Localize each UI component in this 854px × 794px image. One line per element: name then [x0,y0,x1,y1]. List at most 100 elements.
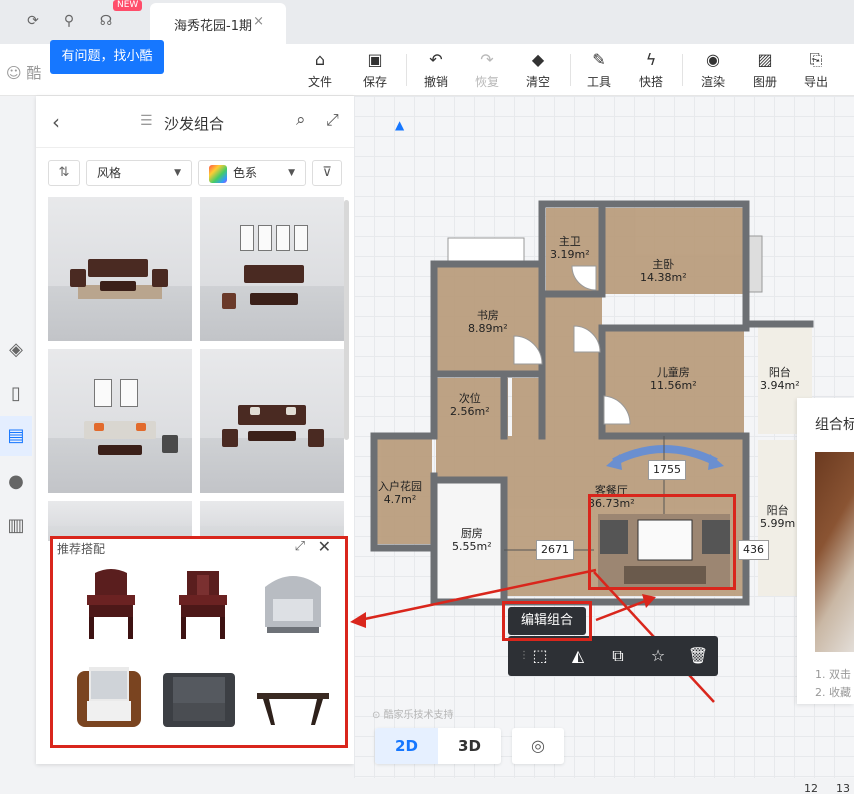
room-label: 次位 2.56m² [450,392,490,418]
new-badge: NEW [113,0,143,11]
refresh-icon[interactable]: ⟳ [22,10,44,32]
panel-scrollbar[interactable] [344,200,349,440]
toolbar-divider [570,54,571,86]
file-button[interactable]: ⌂ 文件 [300,50,340,90]
product-thumb[interactable] [48,349,192,493]
view-2d-button[interactable]: 2D [375,728,438,764]
room-label: 厨房 5.55m² [452,527,492,553]
headset-icon[interactable]: ☊ [95,10,117,32]
view-toggle: 2D 3D [375,728,501,764]
toolbar-divider [682,54,683,86]
panel-header: ‹ ☰ 沙发组合 ⌕ ⤢ [36,96,354,148]
album-icon: ▨ [757,50,773,69]
recommend-title: 推荐搭配 [57,542,106,556]
mirror-icon[interactable]: ◭ [566,644,590,668]
room-label: 主卧 14.38m² [640,258,687,284]
clear-button[interactable]: ◆ 清空 [518,50,558,90]
recommend-popup: 推荐搭配 ⤢ ✕ [50,536,348,748]
product-thumb[interactable] [48,501,192,541]
product-thumb[interactable] [200,501,344,541]
watermark: ⊙ 酷家乐技术支持 [372,710,454,721]
close-icon[interactable]: ✕ [318,537,331,556]
eye-icon[interactable]: ◎ [512,728,564,764]
color-dropdown[interactable]: 色系 ▼ [198,160,306,186]
tab-title: 海秀花园-1期 [174,19,252,34]
ruler-number: 13 [836,782,850,794]
room-label: 阳台 3.94m² [760,366,800,392]
trash-icon[interactable]: 🗑 [686,644,710,668]
undo-icon: ↶ [429,50,443,69]
filter-bar: ⇅ 风格 ▼ 色系 ▼ ⊽ [36,148,354,194]
group-info-panel: 组合标 1. 双击 2. 收藏 [797,398,854,704]
room-label: 儿童房 11.56m² [650,366,697,392]
recommend-item-armchair-carved[interactable] [69,565,153,641]
tab-project[interactable]: 海秀花园-1期 × [150,3,286,44]
color-swatch-icon [209,164,227,183]
product-thumb[interactable] [200,197,344,341]
room-label: 主卫 3.19m² [550,235,590,261]
group-preview-image [815,452,854,652]
edit-group-button[interactable]: 编辑组合 [508,607,586,635]
help-tooltip[interactable]: 有问题，找小酷 [50,40,164,74]
recommend-item-armchair-wood[interactable] [67,653,151,729]
save-icon: ▣ [367,50,383,69]
sort-icon[interactable]: ⇅ [48,160,80,186]
list-icon: ☰ [140,113,153,129]
context-toolbar: ⋮ ⬚ ◭ ⧉ ☆ 🗑 [508,636,718,676]
selection-highlight [588,494,736,590]
rail-hard-decor-icon[interactable]: ◈ [0,330,32,370]
dimension-label[interactable]: 2671 [536,540,574,560]
room-label: 书房 8.89m² [468,309,508,335]
filter-icon[interactable]: ⊽ [312,160,342,186]
caret-down-icon: ▼ [174,168,181,178]
product-thumb[interactable] [200,349,344,493]
search-icon[interactable]: ⌕ [296,110,306,130]
rail-door-icon[interactable]: ▯ [0,374,32,414]
recommend-item-armchair-classic[interactable] [161,565,245,641]
undo-button[interactable]: ↶ 撤销 [416,50,456,90]
select-icon[interactable]: ⬚ [528,644,552,668]
style-dropdown[interactable]: 风格 ▼ [86,160,192,186]
wrench-icon: ✎ [592,50,606,69]
copy-icon[interactable]: ⧉ [606,644,630,668]
render-button[interactable]: ◉ 渲染 [693,50,733,90]
tools-button[interactable]: ✎ 工具 [579,50,619,90]
expand-icon[interactable]: ⤢ [295,539,305,554]
tab-bar: ⟳ ⚲ ☊ NEW 海秀花园-1期 × [0,0,854,44]
group-info-title: 组合标 [815,417,854,433]
export-button[interactable]: ⎘ 导出 [796,50,836,90]
rail-cabinet-icon[interactable]: ▥ [0,506,32,546]
redo-button[interactable]: ↷ 恢复 [467,50,507,90]
dimension-label[interactable]: 436 [738,540,769,560]
bottom-ruler [0,778,854,794]
back-icon[interactable]: ‹ [52,110,60,134]
close-icon[interactable]: × [253,14,264,29]
group-note: 1. 双击 [815,668,851,681]
room-label: 阳台 5.99m [760,504,796,530]
rail-user-icon[interactable]: ● [0,462,32,502]
floorplan[interactable] [354,96,854,794]
recommend-item-coffee-table[interactable] [251,657,335,733]
logo: ☺ 酷 [6,64,42,82]
lightning-icon: ϟ [645,50,657,69]
toolbar-divider [406,54,407,86]
left-rail: ◈ ▯ ▤ ● ▥ [0,96,36,794]
recommend-item-armchair-white[interactable] [251,565,335,641]
quick-build-button[interactable]: ϟ 快搭 [631,50,671,90]
recommend-item-armchair-black[interactable] [157,655,241,731]
expand-icon[interactable]: ⤢ [326,110,339,130]
compass-icon: ▲ [395,118,405,132]
save-button[interactable]: ▣ 保存 [355,50,395,90]
render-icon: ◉ [706,50,720,69]
dimension-label[interactable]: 1755 [648,460,686,480]
rail-sofa-icon[interactable]: ▤ [0,416,32,456]
product-thumb[interactable] [48,197,192,341]
ruler-number: 12 [804,782,818,794]
group-note: 2. 收藏 [815,686,851,699]
edit-group-highlight: 编辑组合 [502,601,592,641]
link-icon[interactable]: ⚲ [58,10,80,32]
caret-down-icon: ▼ [288,168,295,178]
album-button[interactable]: ▨ 图册 [745,50,785,90]
view-3d-button[interactable]: 3D [438,728,501,764]
star-icon[interactable]: ☆ [646,644,670,668]
